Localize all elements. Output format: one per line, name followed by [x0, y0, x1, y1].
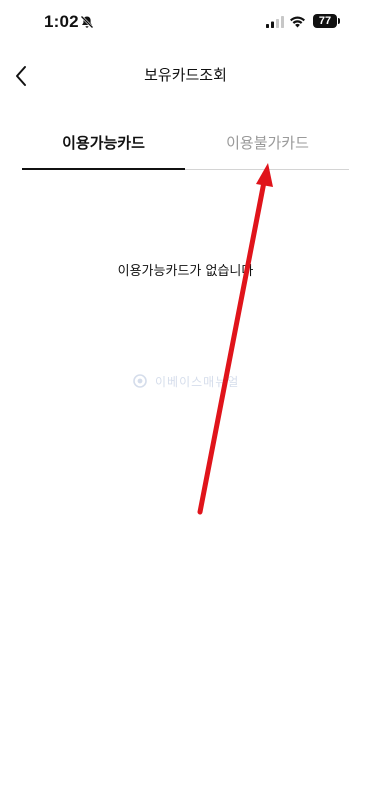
battery-level: 77 [318, 15, 332, 27]
signal-icon [266, 16, 284, 28]
page-title: 보유카드조회 [144, 66, 227, 84]
watermark-logo-icon [133, 374, 147, 388]
tab-available-cards[interactable]: 이용가능카드 [22, 128, 185, 170]
status-time: 1:02 [44, 12, 79, 31]
tab-bar: 이용가능카드 이용불가카드 [22, 128, 349, 172]
header: 보유카드조회 [0, 56, 371, 96]
tab-unavailable-cards[interactable]: 이용불가카드 [186, 128, 349, 170]
watermark: 이베이스매뉴얼 [133, 372, 239, 390]
empty-state-message: 이용가능카드가 없습니다 [117, 264, 254, 279]
wifi-icon [290, 16, 305, 28]
annotation-arrow-icon [197, 163, 273, 515]
watermark-text: 이베이스매뉴얼 [155, 374, 240, 389]
battery-icon: 77 [313, 14, 337, 28]
active-tab-indicator [22, 168, 185, 170]
bell-slash-icon [80, 15, 94, 29]
status-bar: 1:02 77 [0, 0, 371, 48]
tab-divider [185, 169, 349, 170]
battery-cap [338, 18, 340, 24]
